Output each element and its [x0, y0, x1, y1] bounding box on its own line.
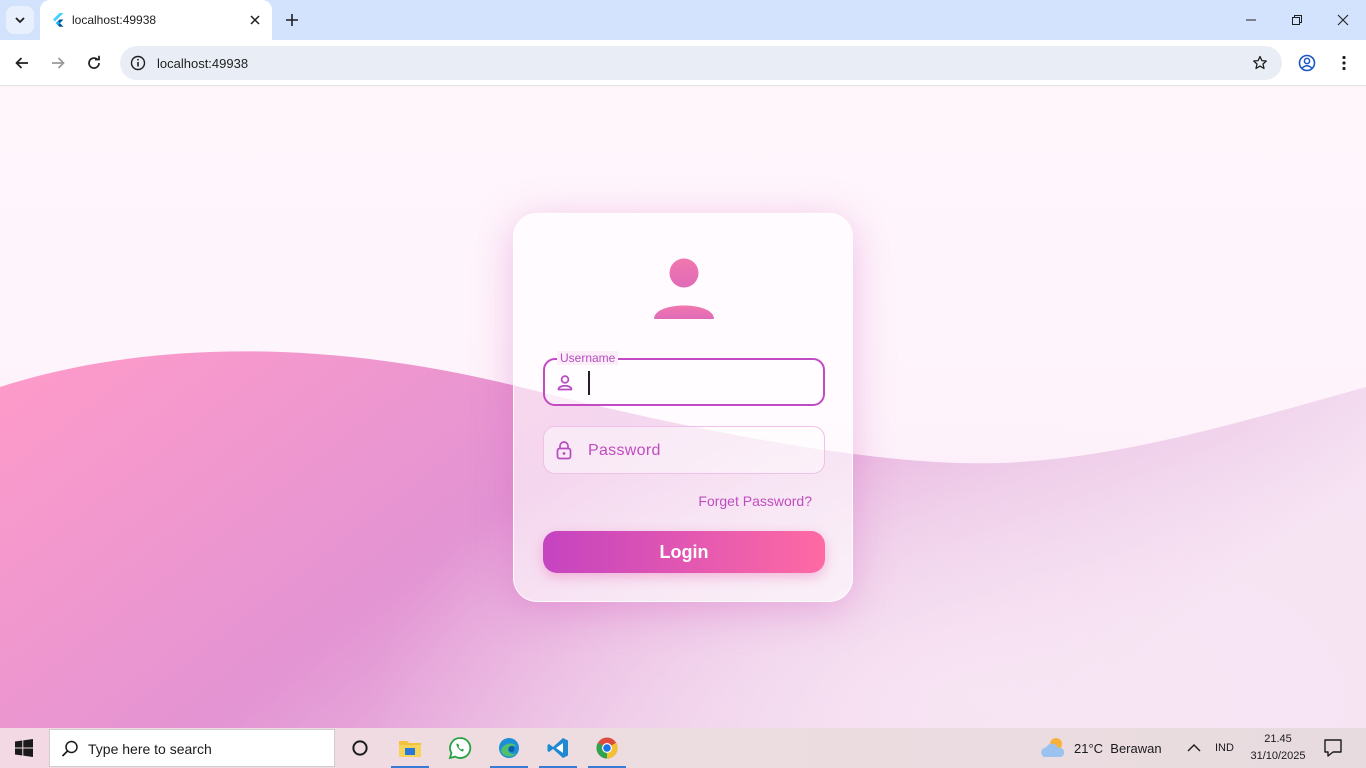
- profile-icon: [1298, 54, 1316, 72]
- reload-icon: [88, 55, 100, 69]
- back-arrow-icon: [15, 57, 28, 69]
- taskbar-edge[interactable]: [488, 728, 530, 768]
- browser-menu-button[interactable]: [1330, 49, 1358, 77]
- taskbar-chrome[interactable]: [586, 728, 628, 768]
- notification-icon[interactable]: [1322, 737, 1344, 759]
- login-button[interactable]: Login: [543, 531, 825, 573]
- restore-icon: [1292, 15, 1302, 25]
- taskbar-vscode[interactable]: [537, 728, 579, 768]
- language-indicator[interactable]: IND: [1215, 742, 1234, 754]
- username-field[interactable]: Username: [543, 351, 825, 406]
- browser-tabstrip: localhost:49938: [0, 0, 1366, 40]
- windows-start-icon: [15, 739, 33, 757]
- menu-kebab-icon: [1342, 55, 1346, 71]
- taskbar-search[interactable]: Type here to search: [49, 729, 335, 767]
- whatsapp-icon: [448, 737, 472, 760]
- browser-toolbar: localhost:49938: [0, 40, 1366, 86]
- file-explorer-icon: [399, 741, 421, 757]
- tab-title: localhost:49938: [72, 13, 157, 27]
- person-outline-icon: [557, 375, 573, 391]
- new-tab-button[interactable]: [280, 8, 304, 32]
- url-text[interactable]: localhost:49938: [157, 56, 248, 71]
- site-info-icon[interactable]: [128, 53, 148, 73]
- clock-time: 21.45: [1264, 733, 1292, 745]
- close-icon: [1337, 14, 1349, 26]
- forget-password-link[interactable]: Forget Password?: [698, 493, 812, 509]
- weather-text[interactable]: 21°C Berawan: [1074, 741, 1162, 756]
- tab-search-button[interactable]: [6, 6, 34, 34]
- minimize-button[interactable]: [1228, 0, 1274, 40]
- search-placeholder: Type here to search: [88, 741, 212, 757]
- login-card: Username Password Forget Password? Login: [513, 213, 853, 602]
- chevron-down-icon: [15, 17, 25, 24]
- weather-desc: Berawan: [1110, 741, 1162, 756]
- username-label: Username: [557, 351, 619, 365]
- password-field[interactable]: Password: [543, 426, 825, 474]
- password-placeholder: Password: [588, 442, 661, 459]
- back-button[interactable]: [8, 49, 36, 77]
- search-icon: [61, 740, 78, 757]
- page-viewport: Username Password Forget Password? Login: [0, 87, 1366, 728]
- browser-tab[interactable]: localhost:49938: [40, 0, 272, 40]
- forward-button[interactable]: [44, 49, 72, 77]
- bookmark-star-icon[interactable]: [1250, 53, 1270, 73]
- text-caret: [588, 371, 590, 395]
- weather-cloud-icon: [1041, 738, 1065, 757]
- address-bar[interactable]: localhost:49938: [120, 46, 1282, 80]
- taskbar-file-explorer[interactable]: [389, 728, 431, 768]
- reload-button[interactable]: [80, 49, 108, 77]
- forward-arrow-icon: [52, 57, 65, 69]
- start-button[interactable]: [0, 728, 48, 768]
- weather-temp: 21°C: [1074, 741, 1104, 756]
- minimize-icon: [1246, 19, 1256, 21]
- chevron-up-icon[interactable]: [1186, 740, 1202, 756]
- vscode-icon: [547, 738, 568, 758]
- system-clock[interactable]: 21.45 31/10/2025: [1244, 731, 1312, 765]
- close-tab-icon[interactable]: [246, 11, 264, 29]
- user-avatar-icon: [654, 258, 714, 319]
- chrome-icon: [596, 737, 618, 759]
- cortana-icon: [352, 740, 368, 756]
- plus-icon: [286, 14, 298, 26]
- lock-icon: [556, 441, 572, 460]
- restore-button[interactable]: [1274, 0, 1320, 40]
- flutter-favicon: [53, 13, 64, 27]
- windows-taskbar: Type here to search 21°C Berawan IND 21.…: [0, 728, 1366, 768]
- close-window-button[interactable]: [1320, 0, 1366, 40]
- cortana-button[interactable]: [339, 728, 381, 768]
- edge-icon: [499, 738, 519, 758]
- clock-date: 31/10/2025: [1250, 750, 1306, 762]
- profile-button[interactable]: [1293, 49, 1321, 77]
- taskbar-whatsapp[interactable]: [439, 728, 481, 768]
